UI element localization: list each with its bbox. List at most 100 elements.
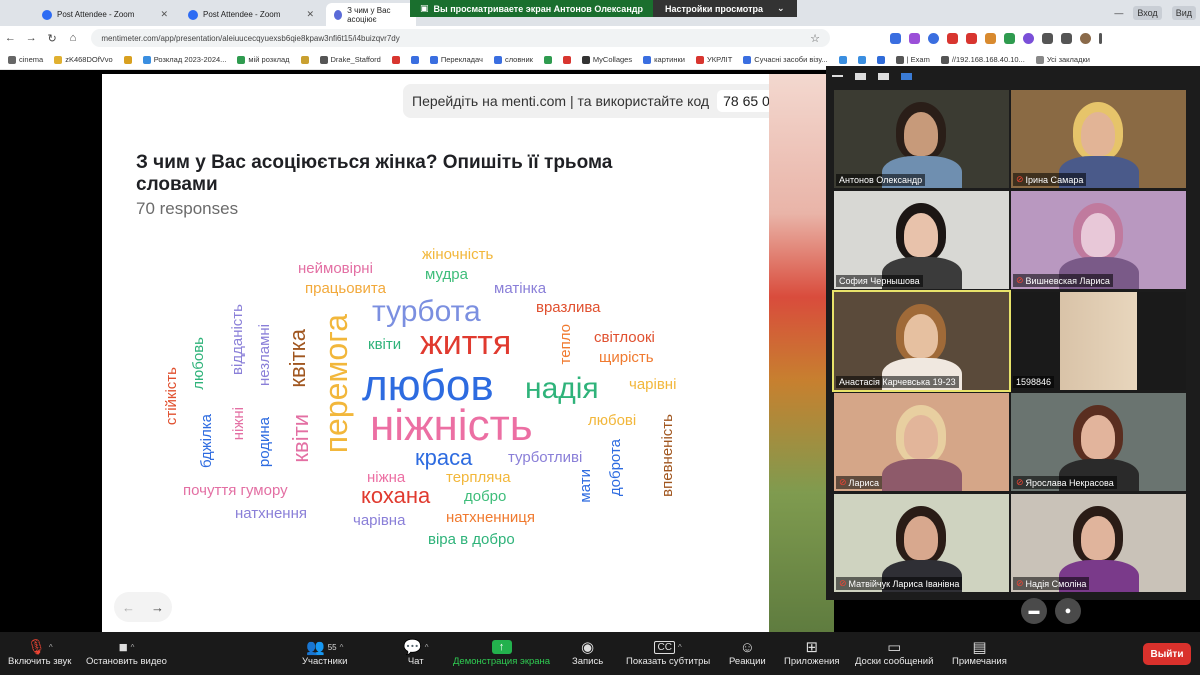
word-cloud-word: мудра: [425, 266, 468, 283]
back-icon[interactable]: ←: [0, 32, 21, 44]
bookmark-favicon-icon: [543, 55, 552, 64]
bookmark-favicon-icon: [857, 55, 866, 64]
bookmark-star-icon[interactable]: ☆: [810, 32, 820, 45]
participant-tile[interactable]: Антонов Олександр: [834, 90, 1009, 188]
bookmark-item[interactable]: [562, 55, 571, 64]
participant-tile[interactable]: ⊘ Ярослава Некрасова: [1011, 393, 1186, 491]
chevron-up-icon[interactable]: ^: [340, 643, 344, 652]
whiteboards-button[interactable]: ▭ Доски сообщений: [855, 638, 933, 667]
reactions-button[interactable]: ☺ Реакции: [729, 638, 766, 668]
bookmark-item[interactable]: [857, 55, 866, 64]
leave-button[interactable]: Выйти: [1143, 643, 1191, 665]
participant-tile[interactable]: ⊘ Ірина Самара: [1011, 90, 1186, 188]
enter-button[interactable]: Вход: [1133, 6, 1162, 20]
bookmark-item[interactable]: мій розклад: [237, 55, 290, 64]
forward-icon[interactable]: →: [21, 32, 42, 44]
word-cloud-word: працьовита: [305, 280, 386, 297]
chevron-up-icon[interactable]: ^: [678, 643, 682, 652]
participant-silhouette: [904, 415, 938, 459]
bookmark-item[interactable]: УКРЛІТ: [695, 55, 732, 64]
chat-bubble-icon[interactable]: ▬: [1021, 598, 1047, 624]
bookmark-item[interactable]: словник: [493, 55, 533, 64]
participant-tile[interactable]: ⊘ Матвійчук Лариса Іванівна: [834, 494, 1009, 592]
chevron-up-icon[interactable]: ^: [425, 643, 429, 652]
bookmark-item[interactable]: Сучасні засоби візу...: [743, 55, 828, 64]
extension-icon[interactable]: [928, 32, 939, 44]
participant-tile[interactable]: 1598846: [1011, 292, 1186, 390]
participant-tile[interactable]: Анастасія Карчевська 19-23: [832, 290, 1011, 392]
bookmark-item[interactable]: | Exam: [895, 55, 930, 64]
participants-button[interactable]: 👥 55 ^ Участники: [302, 638, 347, 667]
bookmark-item[interactable]: MyCollages: [581, 55, 632, 64]
extension-icon[interactable]: [909, 32, 920, 44]
bookmark-item[interactable]: Drake_Stafford: [319, 55, 381, 64]
bookmark-item[interactable]: cinema: [8, 55, 43, 64]
menu-icon[interactable]: [1099, 32, 1102, 44]
extension-icon[interactable]: [890, 32, 901, 44]
window-controls: — Вход Вид: [1114, 0, 1200, 26]
browser-tab-2[interactable]: Post Attendee - Zoom ✕: [180, 3, 322, 26]
word-cloud-word: незламні: [256, 324, 273, 387]
record-button[interactable]: ◉ Запись: [572, 638, 603, 667]
apps-button[interactable]: ⊞ Приложения: [784, 638, 840, 667]
participant-tile[interactable]: ⊘ Надія Смоліна: [1011, 494, 1186, 592]
bookmark-item[interactable]: [543, 55, 552, 64]
closed-captions-icon: CC: [654, 640, 675, 654]
participant-tile[interactable]: София Чернышова: [834, 191, 1009, 289]
close-icon[interactable]: ✕: [306, 9, 314, 20]
bookmark-item[interactable]: [123, 55, 132, 64]
participant-tile[interactable]: ⊘ Вишневская Лариса: [1011, 191, 1186, 289]
url-field[interactable]: mentimeter.com/app/presentation/aleiuuce…: [91, 29, 831, 47]
unmute-button[interactable]: 🎙 ^ Включить звук: [8, 638, 71, 667]
extension-icon[interactable]: [947, 32, 958, 44]
chat-button[interactable]: 💬 ^ Чат: [403, 638, 428, 667]
view-settings-button[interactable]: Настройки просмотра ⌄: [652, 0, 797, 17]
bookmark-item[interactable]: Усі закладки: [1035, 55, 1090, 64]
strip-view-icon[interactable]: [878, 72, 889, 80]
extension-icon[interactable]: [966, 32, 977, 44]
word-cloud-word: світлоокі: [594, 329, 655, 346]
gallery-view-icon[interactable]: [901, 72, 912, 80]
reload-icon[interactable]: ↻: [42, 32, 63, 45]
view-button[interactable]: Вид: [1171, 6, 1196, 20]
bookmark-item[interactable]: Розклад 2023-2024...: [142, 55, 226, 64]
minimize-icon[interactable]: —: [1114, 8, 1123, 18]
extension-icon[interactable]: [985, 32, 996, 44]
bookmark-item[interactable]: [300, 55, 309, 64]
extension-icon[interactable]: [1023, 32, 1034, 44]
sidebar-icon[interactable]: [1061, 32, 1072, 44]
people-icon[interactable]: ●: [1055, 598, 1081, 624]
puzzle-icon[interactable]: [1042, 32, 1053, 44]
word-cloud-word: добро: [464, 488, 507, 505]
close-icon[interactable]: ✕: [160, 9, 168, 20]
participant-name-label: ⊘ Лариса: [836, 476, 882, 489]
bookmark-item[interactable]: [838, 55, 847, 64]
notes-button[interactable]: ▤ Примечания: [952, 638, 1007, 667]
previous-arrow-icon[interactable]: ←: [122, 600, 135, 615]
bookmark-item[interactable]: [410, 55, 419, 64]
browser-tab-3[interactable]: З чим у Вас асоціює: [326, 3, 416, 26]
extension-icon[interactable]: [1004, 32, 1015, 44]
share-screen-button[interactable]: ↑ Демонстрация экрана: [453, 638, 550, 667]
chevron-up-icon[interactable]: ^: [49, 643, 53, 652]
chevron-up-icon[interactable]: ^: [131, 643, 135, 652]
bookmark-item[interactable]: картинки: [643, 55, 685, 64]
minimize-panel-icon[interactable]: [832, 75, 843, 77]
bookmark-item[interactable]: Перекладач: [429, 55, 483, 64]
stop-video-button[interactable]: ■ ^ Остановить видео: [86, 638, 167, 668]
bookmark-favicon-icon: [54, 55, 63, 64]
avatar[interactable]: [1080, 32, 1091, 44]
bookmark-item[interactable]: zK468DOfVvo: [54, 55, 113, 64]
next-arrow-icon[interactable]: →: [151, 600, 164, 615]
browser-tab-1[interactable]: Post Attendee - Zoom ✕: [34, 3, 176, 26]
speaker-view-icon[interactable]: [855, 72, 866, 80]
participant-tile[interactable]: ⊘ Лариса: [834, 393, 1009, 491]
zoom-favicon-icon: [188, 9, 198, 20]
bookmark-item[interactable]: [876, 55, 885, 64]
bookmark-item[interactable]: //192.168.168.40.10...: [940, 55, 1025, 64]
participant-name-label: София Чернышова: [836, 275, 923, 287]
bookmark-favicon-icon: [8, 55, 16, 64]
captions-button[interactable]: CC ^ Показать субтитры: [626, 638, 710, 667]
bookmark-item[interactable]: [391, 55, 400, 64]
home-icon[interactable]: ⌂: [62, 32, 83, 44]
